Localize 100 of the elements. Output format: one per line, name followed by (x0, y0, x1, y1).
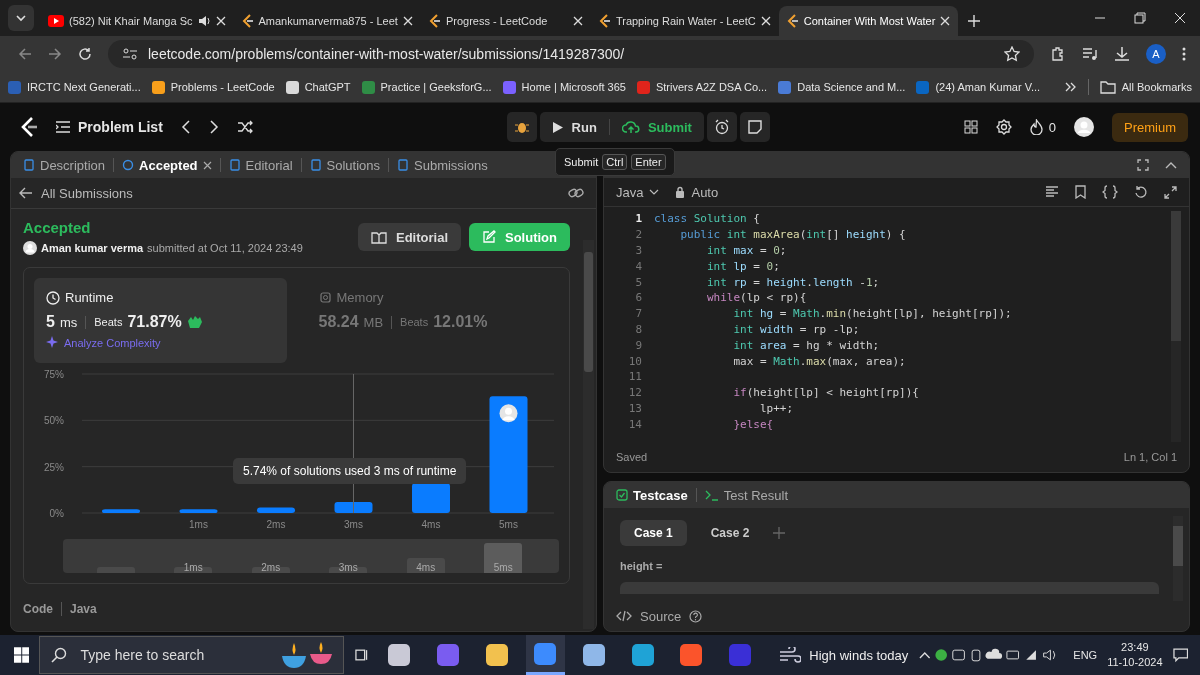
bookmark[interactable]: Practice | GeeksforG... (361, 80, 492, 94)
line-number: 9 (634, 338, 642, 352)
browser-tab[interactable]: Progress - LeetCode (420, 6, 591, 36)
chart-bar[interactable] (412, 483, 450, 513)
forward-icon[interactable] (48, 47, 62, 61)
help-icon[interactable] (689, 609, 703, 623)
previous-icon[interactable] (180, 120, 191, 134)
chart-bar[interactable] (179, 509, 218, 513)
scrollbar[interactable] (1173, 516, 1183, 601)
range-navigator[interactable]: 1ms 2ms 3ms 4ms 5ms (63, 539, 559, 573)
bookmark[interactable]: ChatGPT (285, 80, 351, 94)
panel-tab[interactable]: Solutions (303, 154, 386, 176)
line-number: 12 (627, 386, 642, 400)
bookmark[interactable]: Problems - LeetCode (151, 80, 275, 94)
all-submissions-link[interactable]: All Submissions (19, 185, 133, 201)
bookmark[interactable]: IRCTC Next Generati... (8, 80, 141, 94)
line-number: 10 (627, 354, 642, 368)
axis-tick-label: 1ms (189, 519, 208, 530)
auto-mode-toggle[interactable]: Auto (675, 184, 719, 200)
browser-tab[interactable]: Container With Most Water (778, 6, 959, 36)
site-settings-icon[interactable] (122, 47, 138, 61)
streak-counter[interactable]: 0 (1029, 119, 1056, 135)
browser-tab[interactable]: (582) Nit Khair Manga Sc (40, 6, 234, 36)
restore-icon[interactable] (1134, 12, 1146, 24)
chip-icon (318, 291, 332, 304)
run-button[interactable]: Run (539, 112, 609, 142)
submission-time: submitted at Oct 11, 2024 23:49 (147, 242, 303, 254)
timer-button[interactable] (706, 112, 737, 142)
panel-tab[interactable]: Accepted (116, 154, 218, 176)
line-number: 1 (634, 212, 642, 226)
panel-tab[interactable]: Submissions (391, 154, 494, 176)
expand-icon[interactable] (1164, 185, 1177, 199)
shuffle-icon[interactable] (236, 120, 253, 134)
more-menu-icon[interactable] (1182, 47, 1186, 61)
problem-list-button[interactable]: Problem List (56, 119, 163, 135)
user-name[interactable]: Aman kumar verma (41, 242, 144, 254)
settings-icon[interactable] (995, 119, 1012, 135)
profile-avatar[interactable]: A (1146, 44, 1166, 64)
code-line: int hg = Math.min(height[lp], height[rp]); (732, 307, 1012, 321)
grid-icon[interactable] (963, 120, 978, 134)
add-icon[interactable] (773, 527, 786, 539)
bookmark-icon[interactable] (1075, 185, 1086, 199)
braces-icon[interactable] (1102, 185, 1118, 199)
fullscreen-icon[interactable] (1137, 159, 1149, 171)
back-icon[interactable] (18, 47, 32, 61)
all-bookmarks-button[interactable]: All Bookmarks (1099, 80, 1192, 94)
download-icon[interactable] (1114, 46, 1130, 62)
url-text: leetcode.com/problems/container-with-most-water/submissions/1419287300/ (148, 46, 625, 62)
taskbar-app[interactable] (525, 635, 565, 675)
editorial-button[interactable]: Editorial (358, 223, 461, 251)
case-tab[interactable]: Case 1 (620, 520, 687, 546)
line-number: 11 (627, 370, 642, 384)
new-tab-icon[interactable] (968, 15, 981, 27)
format-icon[interactable] (1045, 186, 1059, 198)
chart-bar[interactable] (257, 507, 295, 513)
panel-tab[interactable]: Editorial (222, 154, 299, 176)
leetcode-logo-icon[interactable] (20, 117, 38, 137)
metric-panel[interactable]: Runtime 5 ms Beats 71.87% Analyze Complexity (34, 278, 287, 363)
user-avatar[interactable] (1074, 117, 1094, 137)
panel-tab[interactable]: Test Result (698, 484, 794, 506)
weather-widget[interactable]: High winds today (779, 647, 909, 663)
chart-bar[interactable] (334, 501, 373, 513)
bookmark[interactable]: Home | Microsoft 365 (502, 80, 626, 94)
notification-icon[interactable] (1172, 647, 1189, 663)
windows-start-icon[interactable] (14, 647, 30, 663)
language-dropdown[interactable]: Java (616, 184, 660, 200)
bookmark[interactable]: (24) Aman Kumar V... (916, 80, 1041, 94)
case-tab[interactable]: Case 2 (696, 520, 764, 546)
reload-icon[interactable] (78, 47, 92, 61)
notes-button[interactable] (739, 112, 770, 142)
panel-tab[interactable]: Description (17, 154, 112, 176)
address-bar[interactable]: leetcode.com/problems/container-with-most-water/submissions/1419287300/ (108, 40, 1034, 68)
chart-bar[interactable] (489, 396, 528, 513)
taskbar-search-field[interactable]: Type here to search (39, 636, 345, 674)
line-number: 2 (634, 228, 642, 242)
debug-button[interactable] (506, 112, 537, 142)
panel-tab[interactable]: Testcase (610, 484, 694, 506)
code-line: while(lp < rp){ (705, 291, 807, 305)
bookmark[interactable]: Data Science and M... (778, 80, 906, 94)
browser-tab[interactable]: Trapping Rain Water - LeetC (590, 6, 779, 36)
terminal-icon (704, 489, 719, 501)
extensions-icon[interactable] (1050, 46, 1066, 62)
source-link[interactable]: Source (604, 601, 1189, 631)
collapse-icon[interactable] (1165, 161, 1177, 169)
bookmark[interactable]: Strivers A2Z DSA Co... (636, 80, 768, 94)
scrollbar[interactable] (583, 240, 594, 629)
close-icon[interactable] (202, 160, 212, 170)
playlist-icon[interactable] (1082, 47, 1098, 61)
browser-tab[interactable]: Amankumarverma875 - Leet (233, 6, 421, 36)
next-icon[interactable] (208, 120, 219, 134)
input-language[interactable]: ENG (1073, 649, 1098, 661)
tab-search-button[interactable] (8, 5, 34, 31)
reset-icon[interactable] (1134, 185, 1148, 199)
submit-button[interactable]: Submit (609, 112, 704, 142)
more-bookmarks-icon[interactable] (1064, 82, 1077, 92)
star-icon[interactable] (1004, 46, 1020, 62)
task-view-icon[interactable] (354, 647, 370, 663)
premium-button[interactable]: Premium (1112, 112, 1188, 142)
link-icon[interactable] (568, 187, 584, 199)
scrollbar[interactable] (1171, 211, 1181, 442)
